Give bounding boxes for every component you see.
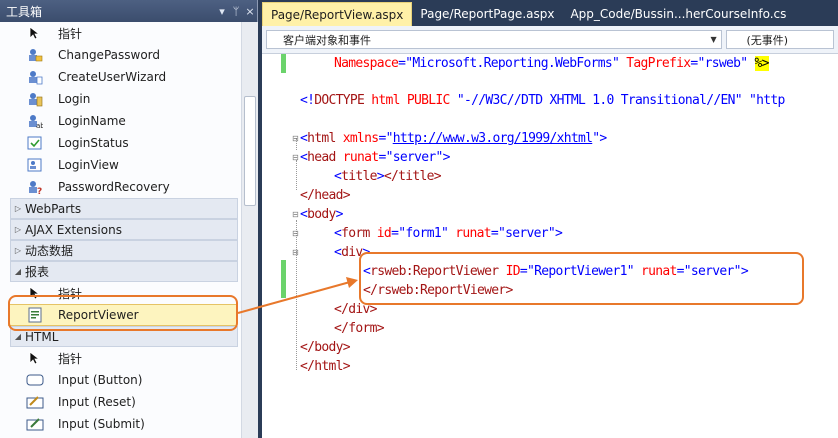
code-line: <html xmlns="http://www.w3.org/1999/xhtm…	[300, 131, 607, 146]
toolbox-item-loginview[interactable]: LoginView	[0, 154, 241, 176]
tab-bussiness-cs[interactable]: App_Code/Bussin...herCourseInfo.cs	[562, 2, 794, 26]
category-ajax-extensions[interactable]: ▷ AJAX Extensions	[10, 219, 238, 240]
expand-triangle-icon: ▷	[14, 246, 22, 255]
collapse-icon[interactable]: ⊟	[292, 134, 299, 143]
pointer-icon	[26, 25, 44, 41]
toolbox-panel: 工具箱 ▾ ᛘ × 指针 ChangePassword CreateUserWi…	[0, 0, 258, 438]
create-user-wizard-icon	[26, 69, 44, 85]
login-icon	[26, 91, 44, 107]
toolbox-item-label: LoginName	[58, 114, 126, 128]
code-editor: Page/ReportView.aspx Page/ReportPage.asp…	[258, 0, 838, 438]
toolbox-item-label: LoginStatus	[58, 136, 129, 150]
category-label: 动态数据	[25, 244, 74, 258]
collapse-triangle-icon: ◢	[14, 267, 22, 276]
outline-guide	[296, 160, 297, 190]
toolbox-item-label: Login	[58, 92, 91, 106]
collapse-triangle-icon: ◢	[14, 332, 22, 341]
code-line: <body>	[300, 207, 344, 222]
pointer-icon	[26, 350, 44, 366]
category-label: WebParts	[25, 201, 82, 216]
toolbox-item-loginname[interactable]: ab LoginName	[0, 110, 241, 132]
toolbox-item-input-submit[interactable]: Input (Submit)	[0, 413, 241, 435]
highlight-box-reportviewer-tool	[8, 295, 238, 331]
collapse-icon[interactable]: ⊟	[292, 248, 299, 257]
toolbox-item-label: PasswordRecovery	[58, 180, 170, 194]
password-recovery-icon: ?	[26, 179, 44, 195]
toolbox-item-passwordrecovery[interactable]: ? PasswordRecovery	[0, 176, 241, 198]
scrollbar-thumb[interactable]	[244, 96, 256, 206]
code-line: <title></title>	[334, 169, 442, 184]
close-icon[interactable]: ×	[243, 5, 257, 18]
event-combo-value: (无事件)	[746, 33, 789, 47]
input-button-icon	[26, 372, 44, 388]
category-label: 报表	[25, 265, 50, 279]
tab-reportview-aspx[interactable]: Page/ReportView.aspx	[262, 2, 413, 26]
code-line: </html>	[300, 359, 351, 374]
category-reports[interactable]: ◢ 报表	[10, 261, 238, 282]
category-dynamic-data[interactable]: ▷ 动态数据	[10, 240, 238, 261]
toolbox-title: 工具箱	[6, 4, 43, 19]
toolbox-item-label: ChangePassword	[58, 48, 160, 62]
toolbox-item-loginstatus[interactable]: LoginStatus	[0, 132, 241, 154]
toolbox-item-label: Input (Reset)	[58, 395, 136, 409]
change-marker	[281, 54, 286, 73]
login-name-icon: ab	[26, 113, 44, 129]
object-combo[interactable]: 客户端对象和事件 ▼	[266, 30, 722, 49]
input-submit-icon	[26, 416, 44, 432]
toolbox-item-login[interactable]: Login	[0, 88, 241, 110]
toolbox-item-createuserwizard[interactable]: CreateUserWizard	[0, 66, 241, 88]
collapse-icon[interactable]: ⊟	[292, 229, 299, 238]
code-area[interactable]: ⊟ ⊟ ⊟ ⊟ ⊟ Namespace="Microsoft.Reporting…	[262, 54, 838, 438]
toolbox-item-pointer[interactable]: 指针	[0, 22, 241, 44]
toolbox-title-bar: 工具箱 ▾ ᛘ ×	[0, 0, 257, 22]
toolbox-item-label: CreateUserWizard	[58, 70, 167, 84]
category-label: HTML	[25, 329, 59, 344]
code-line: </form>	[334, 321, 385, 336]
collapse-icon[interactable]: ⊟	[292, 153, 299, 162]
code-line: <!DOCTYPE html PUBLIC "-//W3C//DTD XHTML…	[300, 93, 785, 108]
expand-triangle-icon: ▷	[14, 204, 22, 213]
navigation-bar: 客户端对象和事件 ▼ (无事件)	[262, 26, 838, 54]
pin-icon[interactable]: ᛘ	[229, 5, 243, 18]
collapse-icon[interactable]: ⊟	[292, 210, 299, 219]
login-status-icon	[26, 135, 44, 151]
svg-text:?: ?	[37, 187, 42, 195]
event-combo[interactable]: (无事件)	[725, 30, 834, 49]
change-marker	[281, 260, 286, 298]
change-password-icon	[26, 47, 44, 63]
object-combo-value: 客户端对象和事件	[283, 33, 371, 47]
toolbox-item-changepassword[interactable]: ChangePassword	[0, 44, 241, 66]
toolbox-item-input-reset[interactable]: Input (Reset)	[0, 391, 241, 413]
document-tabs: Page/ReportView.aspx Page/ReportPage.asp…	[258, 0, 838, 26]
toolbox-item-label: Input (Button)	[58, 373, 143, 387]
dropdown-icon[interactable]: ▾	[215, 5, 229, 18]
code-line: </body>	[300, 340, 351, 355]
toolbox-item-label: 指针	[58, 26, 83, 41]
chevron-down-icon: ▼	[710, 35, 717, 44]
code-line: <head runat="server">	[300, 150, 450, 165]
toolbox-item-label: LoginView	[58, 158, 119, 172]
tab-reportpage-aspx[interactable]: Page/ReportPage.aspx	[412, 2, 562, 26]
toolbox-item-label: Input (Submit)	[58, 417, 145, 431]
highlight-box-reportviewer-code	[359, 252, 804, 305]
toolbox-item-pointer[interactable]: 指针	[0, 347, 241, 369]
toolbox-item-input-button[interactable]: Input (Button)	[0, 369, 241, 391]
toolbox-scrollbar[interactable]	[241, 22, 258, 438]
category-label: AJAX Extensions	[25, 222, 122, 237]
category-webparts[interactable]: ▷ WebParts	[10, 198, 238, 219]
expand-triangle-icon: ▷	[14, 225, 22, 234]
toolbox-list: 指针 ChangePassword CreateUserWizard Login…	[0, 22, 241, 438]
outline-guide	[296, 220, 297, 370]
code-line: </head>	[300, 188, 351, 203]
login-view-icon	[26, 157, 44, 173]
code-line: <form id="form1" runat="server">	[334, 226, 563, 241]
svg-text:ab: ab	[36, 122, 43, 129]
input-reset-icon	[26, 394, 44, 410]
code-line: Namespace="Microsoft.Reporting.WebForms"…	[334, 56, 770, 71]
toolbox-item-label: 指针	[58, 351, 83, 366]
